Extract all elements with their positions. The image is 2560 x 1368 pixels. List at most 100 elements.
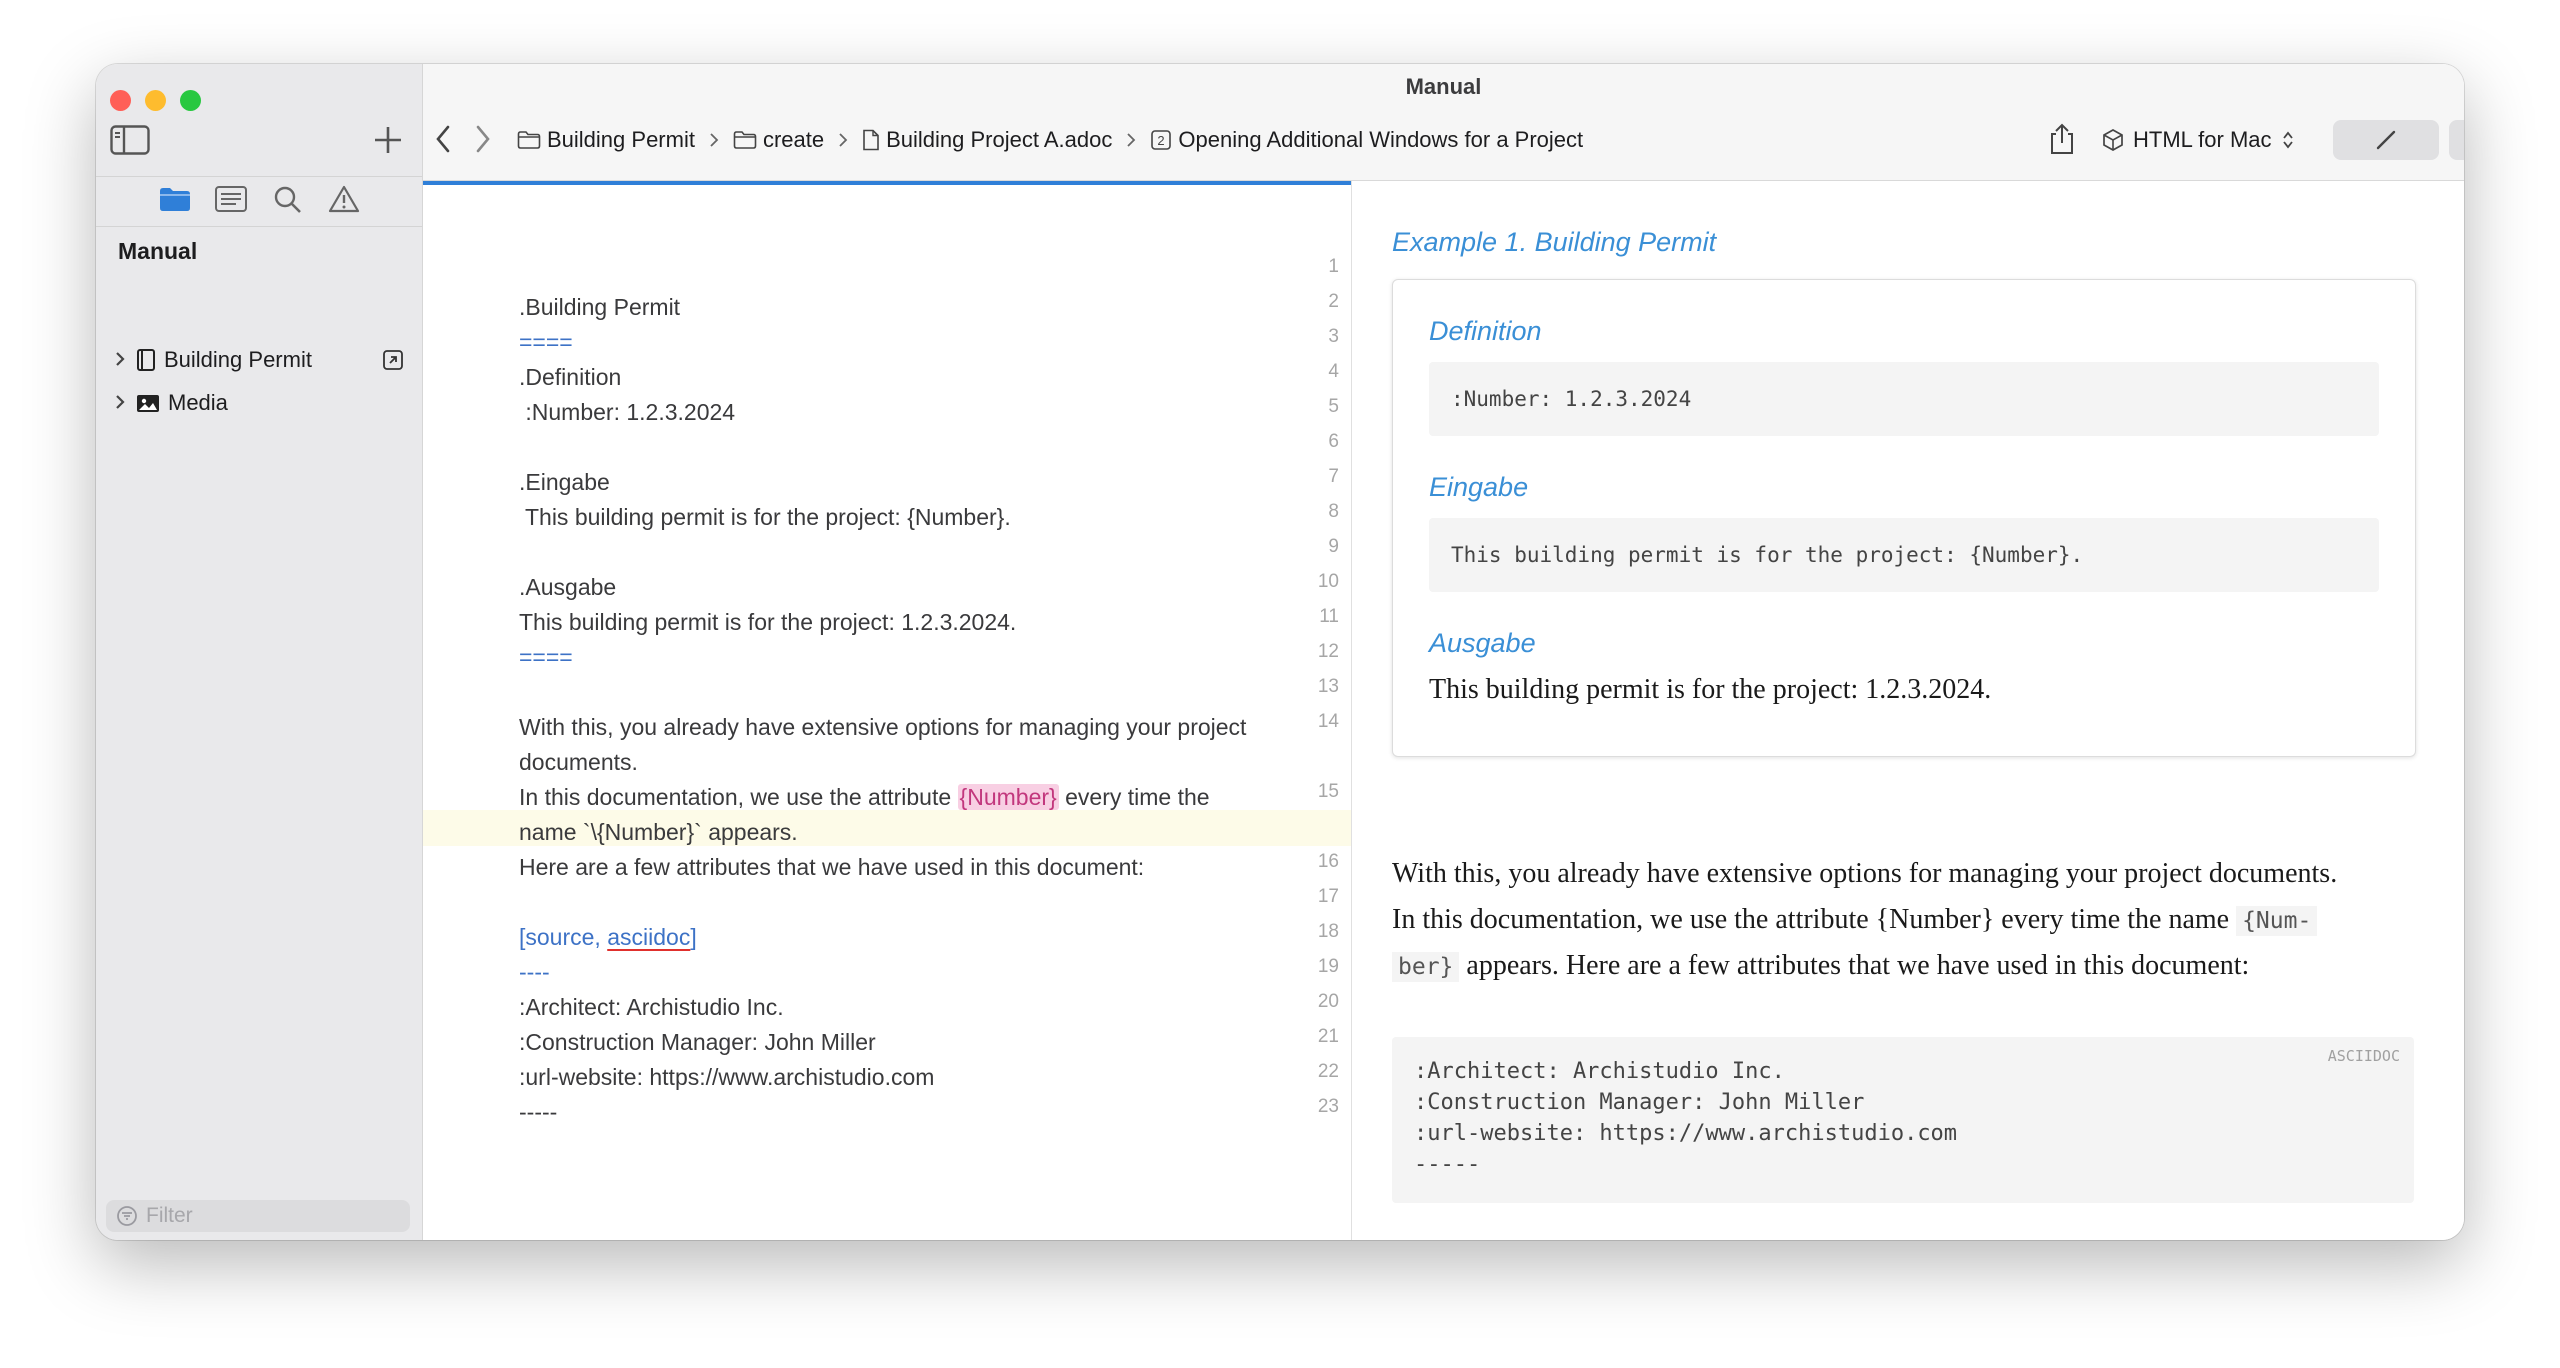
code-line: ==== [519,329,573,355]
output-format-label: HTML for Mac [2133,127,2272,152]
chevron-right-icon [709,132,719,148]
warning-icon[interactable] [328,184,360,219]
window-title: Manual [1405,74,1482,99]
line-number: 20 [1317,991,1339,1012]
code-line: .Ausgabe [519,574,617,600]
paragraph-line: ber} appears. Here are a few attributes … [1392,943,2422,990]
open-link-icon[interactable] [382,349,404,377]
line-number: 22 [1317,1061,1339,1082]
code-line: :Construction Manager: John Miller [519,1029,876,1055]
code-line: ==== [519,644,573,670]
back-button[interactable] [433,123,453,160]
close-window-button[interactable] [110,90,131,111]
listing-line: :Architect: Archistudio Inc. [1414,1059,1785,1084]
line-number: 1 [1328,256,1339,277]
line-number: 16 [1317,851,1339,872]
line-number: 3 [1328,326,1339,347]
code-line: name `\{Number}` appears. [519,819,798,845]
edit-mode-button[interactable] [2333,120,2439,160]
code-line: [source, asciidoc] [519,920,1301,955]
search-icon[interactable] [272,184,304,219]
chevron-right-icon[interactable] [114,347,130,373]
inline-code: ber} [1392,952,1460,982]
breadcrumb-label: Opening Additional Windows for a Project [1178,127,1584,152]
code-line: :url-website: https://www.archistudio.co… [519,1064,935,1090]
code-line: This building permit is for the project:… [519,504,1011,530]
breadcrumb-label: Building Permit [547,127,695,152]
example-block: Definition :Number: 1.2.3.2024 Eingabe T… [1392,279,2416,757]
chevron-right-icon [838,132,848,148]
breadcrumb-item-building-permit[interactable]: Building Permit [517,127,695,153]
breadcrumb-item-document[interactable]: Building Project A.adoc [862,127,1112,153]
code-line: .Definition [519,364,622,390]
sidebar-item-building-permit[interactable]: Building Permit [114,343,414,377]
main-area: Manual Building Permit create Building P… [423,64,2464,1240]
code-line: :Number: 1.2.3.2024 [519,399,736,425]
breadcrumb-item-create[interactable]: create [733,127,824,153]
code-line: ----- [519,1099,558,1125]
code-block: :Number: 1.2.3.2024 [1429,362,2379,436]
breadcrumb-item-section[interactable]: 2 Opening Additional Windows for a Proje… [1150,127,1583,153]
section-number-icon: 2 [1151,130,1172,150]
line-number: 5 [1328,396,1339,417]
preview-mode-button[interactable] [2449,120,2464,160]
chevron-up-down-icon [2282,131,2293,149]
code-line: With this, you already have extensive op… [519,714,1247,740]
outline-icon[interactable] [214,184,248,219]
filter-icon [117,1206,137,1226]
line-number: 19 [1317,956,1339,977]
code-line: documents. [519,749,638,775]
code-line: :Architect: Archistudio Inc. [519,994,784,1020]
block-title: Definition [1429,316,1542,346]
loading-progress [423,181,1351,185]
sidebar-divider [96,176,422,177]
line-number: 23 [1317,1096,1339,1117]
code-text: every time the [1058,784,1210,810]
code-line: This building permit is for the project:… [519,609,1017,635]
filter-placeholder: Filter [146,1204,193,1227]
paragraph-text: In this documentation, we use the attrib… [1392,904,2237,935]
line-number: 14 [1317,711,1339,732]
line-number: 21 [1317,1026,1339,1047]
app-window: Manual Building Permit Media Filter Manu… [96,64,2464,1240]
folder-icon [733,131,757,149]
package-icon [2103,129,2123,151]
filter-input[interactable]: Filter [106,1200,410,1232]
source-editor[interactable]: 1 2 3 4 5 6 7 8 9 10 11 12 13 14 15 16 1… [423,181,1352,1240]
code-text: ] [690,924,697,950]
share-button[interactable] [2047,122,2077,161]
paragraph-line: With this, you already have extensive op… [1392,858,2338,889]
forward-button[interactable] [473,123,493,160]
output-text: This building permit is for the project:… [1429,674,1992,705]
folder-icon [517,131,541,149]
zoom-window-button[interactable] [180,90,201,111]
code-line: .Building Permit [519,294,681,320]
line-number: 4 [1328,361,1339,382]
add-icon[interactable] [372,124,404,161]
source-listing: ASCIIDOC :Architect: Archistudio Inc. :C… [1392,1037,2414,1203]
minimize-window-button[interactable] [145,90,166,111]
line-number: 6 [1328,431,1339,452]
photo-icon [136,392,160,414]
inline-code: {Num- [2236,906,2318,936]
line-number: 10 [1317,571,1339,592]
line-number: 15 [1317,781,1339,802]
chevron-right-icon[interactable] [114,390,130,416]
sidebar-divider [96,226,422,227]
sidebar-item-label: Building Permit [164,347,312,372]
listing-line: :Construction Manager: John Miller [1414,1090,1865,1115]
code-line: Here are a few attributes that we have u… [519,854,1145,880]
example-title: Example 1. Building Permit [1392,227,1717,257]
block-title: Eingabe [1429,472,1529,502]
sidebar-item-media[interactable]: Media [114,386,414,420]
line-number: 12 [1317,641,1339,662]
sidebar-toggle-icon[interactable] [110,125,150,160]
paragraph-line: In this documentation, we use the attrib… [1392,897,2422,944]
output-format-select[interactable]: HTML for Mac [2101,124,2302,156]
attribute-reference: {Number} [957,784,1059,810]
spelling-error-word[interactable]: asciidoc [607,924,690,950]
breadcrumb-label: create [762,127,825,152]
folder-icon[interactable] [158,184,192,219]
svg-text:2: 2 [1158,133,1165,148]
paragraph-text: appears. Here are a few attributes that … [1459,950,2250,981]
